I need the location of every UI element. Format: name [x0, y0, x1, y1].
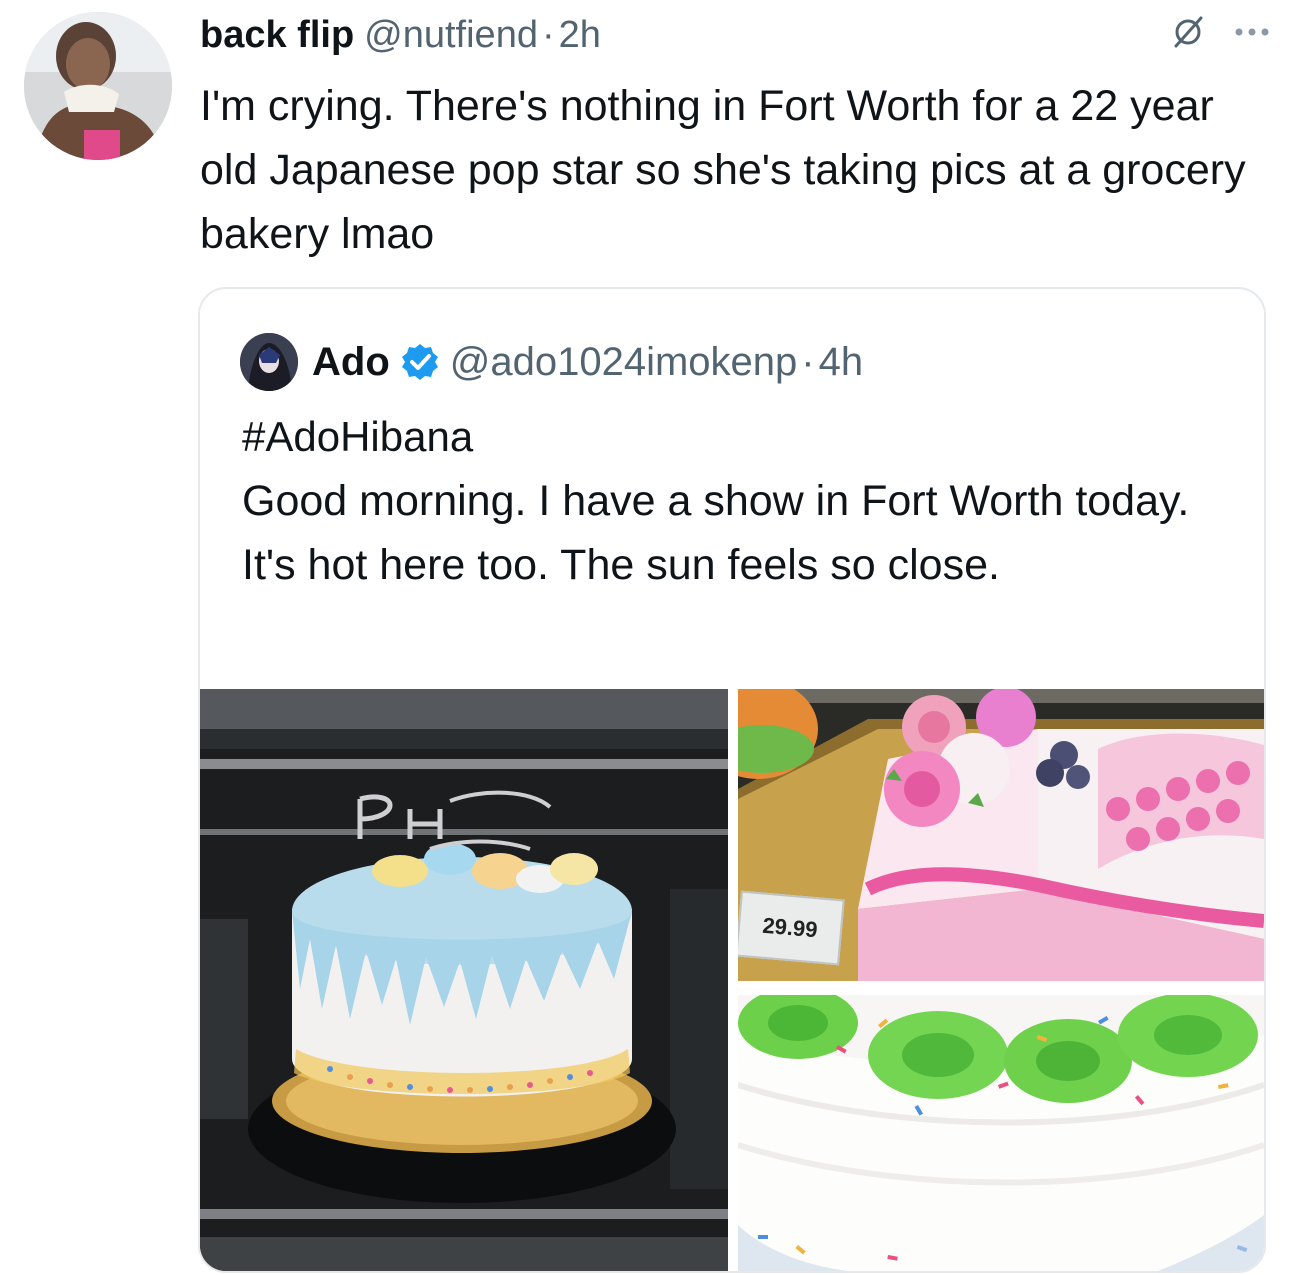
- media-grid: 29.99: [200, 689, 1264, 1271]
- separator-dot: ·: [541, 13, 555, 56]
- hashtag-link[interactable]: #AdoHibana: [242, 407, 473, 467]
- verified-badge-icon: [400, 342, 440, 382]
- quoted-author-handle[interactable]: @ado1024imokenp: [450, 340, 798, 385]
- photo-birthday-cake[interactable]: [200, 689, 728, 1271]
- grok-slash-icon[interactable]: [1170, 14, 1206, 50]
- author-name[interactable]: back flip: [200, 14, 354, 57]
- price-tag: 29.99: [738, 890, 845, 966]
- tweet-header: back flip @nutfiend · 2h: [200, 8, 1270, 62]
- tweet-time[interactable]: 2h: [559, 14, 601, 57]
- photo-rose-cake[interactable]: 29.99: [738, 689, 1264, 981]
- quoted-tweet[interactable]: Ado @ado1024imokenp · 4h #AdoHibana Good…: [198, 287, 1266, 1273]
- quoted-tweet-time[interactable]: 4h: [819, 340, 864, 385]
- quoted-tweet-text: Good morning. I have a show in Fort Wort…: [242, 477, 1190, 589]
- more-icon[interactable]: [1234, 26, 1270, 38]
- quoted-author-avatar[interactable]: [240, 333, 298, 391]
- quoted-author-name[interactable]: Ado: [312, 340, 390, 385]
- author-avatar[interactable]: [24, 12, 172, 160]
- photo-green-frosting-cake[interactable]: [738, 995, 1264, 1271]
- tweet-text: I'm crying. There's nothing in Fort Wort…: [200, 82, 1246, 258]
- author-handle[interactable]: @nutfiend: [364, 14, 538, 57]
- quoted-tweet-header: Ado @ado1024imokenp · 4h: [240, 333, 863, 391]
- separator-dot: ·: [801, 339, 815, 384]
